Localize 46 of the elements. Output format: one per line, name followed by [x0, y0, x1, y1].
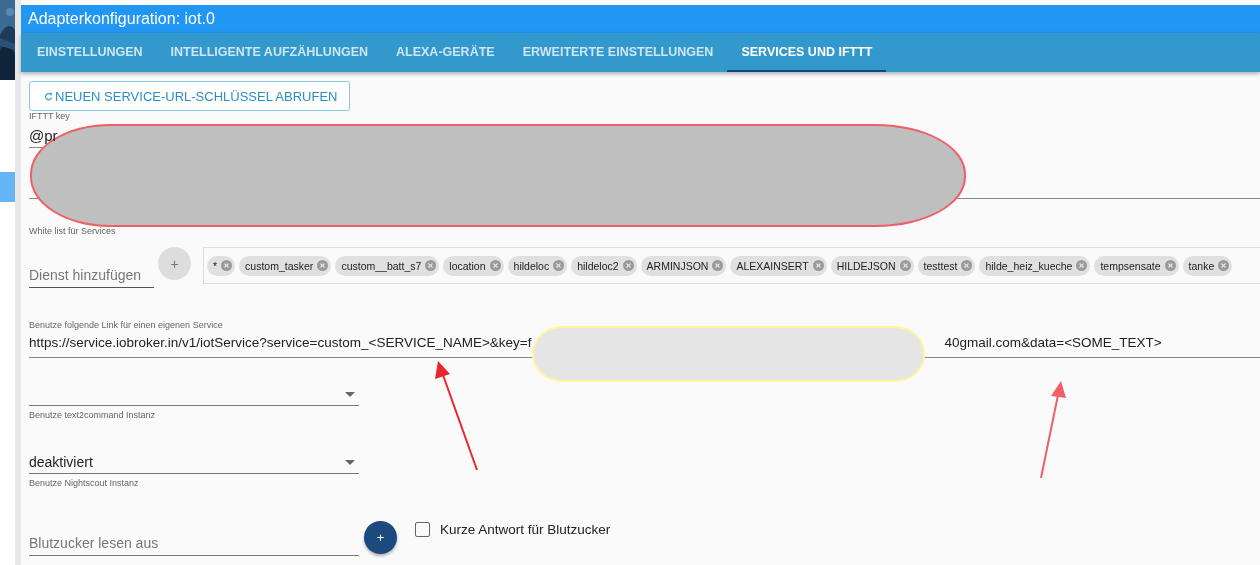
remove-icon[interactable] [553, 260, 565, 271]
remove-icon[interactable] [712, 260, 724, 271]
remove-icon[interactable] [899, 260, 911, 271]
checkbox[interactable] [415, 522, 430, 537]
window-title: Adapterkonfiguration: iot.0 [21, 5, 1260, 33]
remove-icon[interactable] [1164, 260, 1176, 271]
service-chip[interactable]: custom_tasker [239, 255, 332, 276]
service-chip[interactable]: ARMINJSON [640, 255, 727, 276]
helper-text: Benutze Nightscout Instanz [29, 478, 140, 488]
service-chip[interactable]: testtest [917, 255, 976, 276]
section-label: White list für Services [29, 226, 117, 236]
service-chip[interactable]: tanke [1182, 255, 1233, 276]
sidebar-highlight [0, 172, 15, 202]
ifttt-key-value[interactable]: @pr [29, 127, 58, 144]
bloodsugar-input-field[interactable]: Blutzucker lesen aus [29, 531, 359, 556]
remove-icon[interactable] [622, 260, 634, 271]
service-chip[interactable]: hildeloc [507, 255, 568, 276]
remove-icon[interactable] [961, 260, 973, 271]
refresh-key-button[interactable]: NEUEN SERVICE-URL-SCHLÜSSEL ABRUFEN [29, 81, 351, 111]
refresh-icon [44, 91, 53, 101]
add-button[interactable]: + [364, 521, 397, 554]
remove-icon[interactable] [1076, 260, 1088, 271]
remove-icon[interactable] [317, 260, 329, 271]
service-input-field[interactable]: Dienst hinzufügen [29, 263, 154, 288]
service-chip[interactable]: HILDEJSON [830, 255, 914, 276]
caret-icon [345, 459, 355, 465]
service-chip[interactable]: * [207, 255, 236, 276]
remove-icon[interactable] [425, 260, 437, 271]
service-chip[interactable]: hildeloc2 [571, 255, 637, 276]
remove-icon[interactable] [812, 260, 824, 271]
service-chip[interactable]: hilde_heiz_kueche [979, 255, 1091, 276]
service-chip[interactable]: location [443, 255, 504, 276]
remove-icon[interactable] [1218, 260, 1230, 271]
field-label: Benutze folgende Link für einen eigenen Service [29, 320, 224, 330]
link-text: 40gmail.com&data=<SOME_TEXT> [944, 335, 1162, 352]
remove-icon[interactable] [489, 260, 501, 271]
service-chip[interactable]: ALEXAINSERT [730, 255, 827, 276]
service-chip[interactable]: tempsensate [1094, 255, 1179, 276]
remove-icon[interactable] [221, 260, 233, 271]
link-text: https://service.iobroker.in/v1/iotService?service=custom_<SERVICE_NAME>&key=f [29, 335, 532, 352]
instance-select[interactable]: deaktiviert [29, 451, 359, 474]
service-chip[interactable]: custom__batt_s7 [335, 255, 440, 276]
checkbox-label[interactable]: Kurze Antwort für Blutzucker [440, 522, 611, 537]
caret-icon [345, 391, 355, 397]
field-label: IFTTT key [29, 111, 71, 121]
helper-text: Benutze text2command Instanz [29, 410, 157, 420]
